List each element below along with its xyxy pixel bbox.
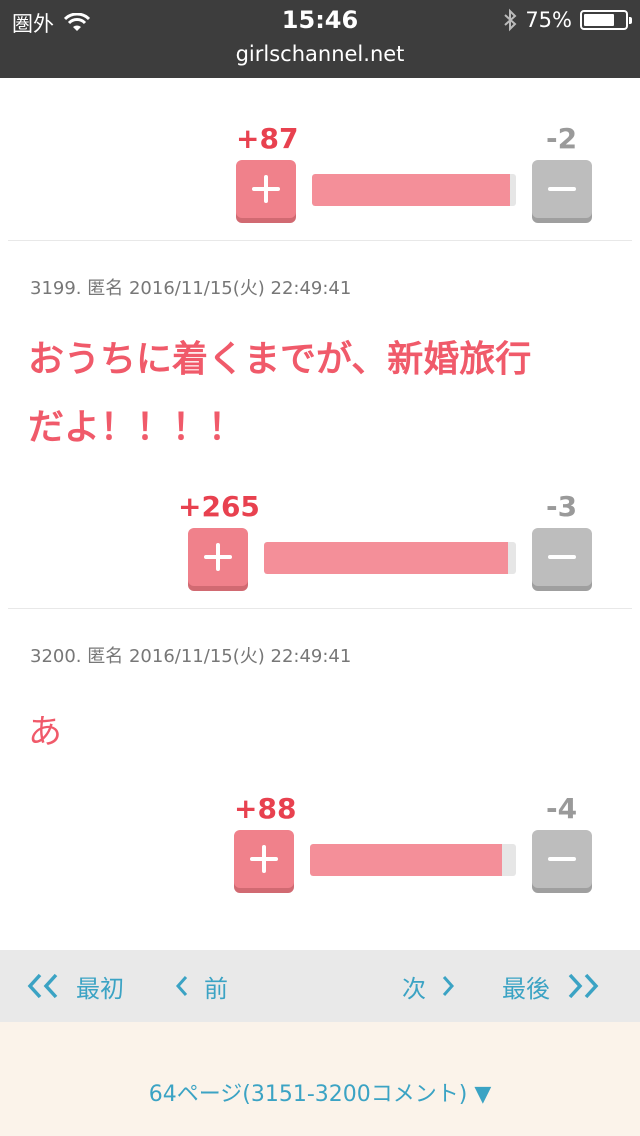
plus-vote-button[interactable] [188,528,248,586]
page-select-dropdown[interactable]: 64ページ(3151-3200コメント) ▼ [0,1076,640,1108]
vote-ratio-fill [310,844,502,876]
comment-text: あ [28,712,62,752]
comment-text: おうちに着くまでが、新婚旅行 だよ！！！！ [28,326,608,462]
minus-icon [548,857,576,861]
plus-count: +88 [234,792,297,825]
vote-ratio-bar [264,542,516,574]
plus-count: +265 [178,490,260,523]
last-page-label: 最後 [502,974,550,1003]
plus-count: +87 [236,122,299,155]
minus-icon [548,555,576,559]
prev-page-label: 前 [204,974,228,1003]
comment-text-line: おうちに着くまでが、新婚旅行 [28,339,532,380]
comment-text-line: だよ！！！！ [28,407,245,448]
battery-percent: 75% [525,8,572,32]
minus-vote-button[interactable] [532,830,592,888]
url-bar[interactable]: girlschannel.net [0,42,640,66]
chevron-right-icon [440,972,456,1000]
first-page-link[interactable]: 最初 [26,950,124,1022]
comment-meta: 3200. 匿名 2016/11/15(火) 22:49:41 [30,646,352,667]
next-page-label: 次 [402,974,426,1003]
first-page-label: 最初 [76,974,124,1003]
vote-ratio-fill [264,542,509,574]
next-page-link[interactable]: 次 [402,950,456,1022]
minus-count: -4 [546,792,578,825]
status-bar: 圏外 15:46 75% girlschannel.net [0,0,640,78]
minus-vote-button[interactable] [532,528,592,586]
page-selector-area: 64ページ(3151-3200コメント) ▼ [0,1022,640,1136]
vote-ratio-bar [310,844,516,876]
bluetooth-icon [503,8,517,32]
minus-icon [548,187,576,191]
minus-count: -3 [546,490,578,523]
battery-level [584,14,614,26]
prev-page-link[interactable]: 前 [174,950,228,1022]
double-chevron-left-icon [26,972,62,1000]
plus-vote-button[interactable] [236,160,296,218]
double-chevron-right-icon [564,972,600,1000]
pagination-bar: 最初 前 次 最後 [0,950,640,1022]
minus-count: -2 [546,122,578,155]
plus-vote-button[interactable] [234,830,294,888]
comment-meta: 3199. 匿名 2016/11/15(火) 22:49:41 [30,278,352,299]
vote-ratio-fill [312,174,510,206]
chevron-left-icon [174,972,190,1000]
battery-icon [580,10,632,30]
vote-ratio-bar [312,174,516,206]
last-page-link[interactable]: 最後 [502,950,600,1022]
divider [8,608,632,609]
minus-vote-button[interactable] [532,160,592,218]
divider [8,240,632,241]
